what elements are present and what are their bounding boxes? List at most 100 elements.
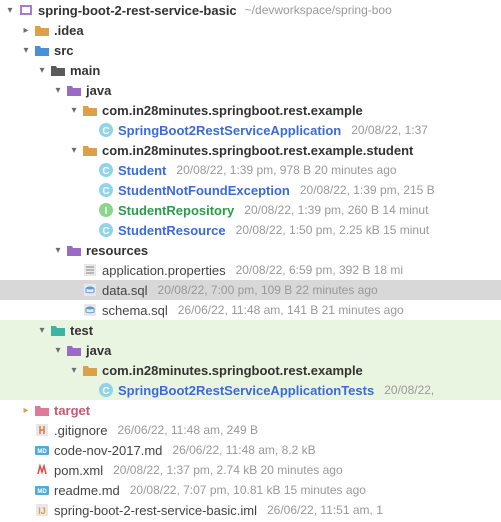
tree-row-app-class[interactable]: ▸ SpringBoot2RestServiceApplication 20/0… bbox=[0, 120, 501, 140]
chevron-down-icon[interactable]: ▾ bbox=[68, 365, 80, 376]
file-meta: 20/08/22, 1:39 pm, 260 B 14 minut bbox=[244, 203, 428, 217]
folder-orange-icon bbox=[82, 142, 98, 158]
tree-row-student-res[interactable]: ▸ StudentResource 20/08/22, 1:50 pm, 2.2… bbox=[0, 220, 501, 240]
folder-label: test bbox=[70, 323, 93, 338]
package-label: com.in28minutes.springboot.rest.example bbox=[102, 363, 363, 378]
file-meta: 20/08/22, 1:39 pm, 978 B 20 minutes ago bbox=[176, 163, 396, 177]
folder-orange-icon bbox=[34, 22, 50, 38]
chevron-down-icon[interactable]: ▾ bbox=[4, 5, 16, 16]
tree-row-pkg-test[interactable]: ▾ com.in28minutes.springboot.rest.exampl… bbox=[0, 360, 501, 380]
package-label: com.in28minutes.springboot.rest.example bbox=[102, 103, 363, 118]
tree-row-app-props[interactable]: ▸ application.properties 20/08/22, 6:59 … bbox=[0, 260, 501, 280]
chevron-right-icon[interactable]: ▸ bbox=[20, 25, 32, 36]
maven-file-icon bbox=[34, 462, 50, 478]
file-meta: 26/06/22, 11:48 am, 249 B bbox=[117, 423, 258, 437]
markdown-file-icon bbox=[34, 482, 50, 498]
file-meta: 20/08/22, bbox=[384, 383, 434, 397]
file-meta: 26/06/22, 11:48 am, 141 B 21 minutes ago bbox=[178, 303, 404, 317]
tree-row-java-test[interactable]: ▾ java bbox=[0, 340, 501, 360]
tree-row-pkg-student[interactable]: ▾ com.in28minutes.springboot.rest.exampl… bbox=[0, 140, 501, 160]
folder-purple-icon bbox=[66, 242, 82, 258]
folder-label: src bbox=[54, 43, 74, 58]
tree-row-gitignore[interactable]: ▸ .gitignore 26/06/22, 11:48 am, 249 B bbox=[0, 420, 501, 440]
tree-row-student-repo[interactable]: ▸ StudentRepository 20/08/22, 1:39 pm, 2… bbox=[0, 200, 501, 220]
tree-row-target[interactable]: ▸ target bbox=[0, 400, 501, 420]
chevron-down-icon[interactable]: ▾ bbox=[20, 45, 32, 56]
tree-row-schema-sql[interactable]: ▸ schema.sql 26/06/22, 11:48 am, 141 B 2… bbox=[0, 300, 501, 320]
sql-file-icon bbox=[82, 282, 98, 298]
file-meta: 26/06/22, 11:51 am, 1 bbox=[267, 503, 383, 517]
chevron-down-icon[interactable]: ▾ bbox=[36, 325, 48, 336]
tree-row-pom[interactable]: ▸ pom.xml 20/08/22, 1:37 pm, 2.74 kB 20 … bbox=[0, 460, 501, 480]
class-icon bbox=[98, 162, 114, 178]
sql-file-icon bbox=[82, 302, 98, 318]
tree-row-code-nov[interactable]: ▸ code-nov-2017.md 26/06/22, 11:48 am, 8… bbox=[0, 440, 501, 460]
folder-label: .idea bbox=[54, 23, 84, 38]
properties-file-icon bbox=[82, 262, 98, 278]
folder-orange-icon bbox=[82, 362, 98, 378]
chevron-right-icon[interactable]: ▸ bbox=[20, 405, 32, 416]
class-label: SpringBoot2RestServiceApplication bbox=[118, 123, 341, 138]
tree-row-test[interactable]: ▾ test bbox=[0, 320, 501, 340]
chevron-down-icon[interactable]: ▾ bbox=[52, 345, 64, 356]
folder-label: java bbox=[86, 343, 111, 358]
gitignore-file-icon bbox=[34, 422, 50, 438]
chevron-down-icon[interactable]: ▾ bbox=[36, 65, 48, 76]
project-path: ~/devworkspace/spring-boo bbox=[245, 3, 392, 17]
file-label: code-nov-2017.md bbox=[54, 443, 162, 458]
tree-row-java-main[interactable]: ▾ java bbox=[0, 80, 501, 100]
file-meta: 26/06/22, 11:48 am, 8.2 kB bbox=[172, 443, 315, 457]
project-name: spring-boot-2-rest-service-basic bbox=[38, 3, 237, 18]
interface-label: StudentRepository bbox=[118, 203, 234, 218]
file-meta: 20/08/22, 7:07 pm, 10.81 kB 15 minutes a… bbox=[130, 483, 366, 497]
tree-row-student-nf[interactable]: ▸ StudentNotFoundException 20/08/22, 1:3… bbox=[0, 180, 501, 200]
tree-row-src[interactable]: ▾ src bbox=[0, 40, 501, 60]
chevron-down-icon[interactable]: ▾ bbox=[52, 245, 64, 256]
file-meta: 20/08/22, 7:00 pm, 109 B 22 minutes ago bbox=[158, 283, 378, 297]
file-label: pom.xml bbox=[54, 463, 103, 478]
tree-row-iml[interactable]: ▸ spring-boot-2-rest-service-basic.iml 2… bbox=[0, 500, 501, 520]
chevron-down-icon[interactable]: ▾ bbox=[68, 145, 80, 156]
folder-blue-icon bbox=[34, 42, 50, 58]
tree-row-readme[interactable]: ▸ readme.md 20/08/22, 7:07 pm, 10.81 kB … bbox=[0, 480, 501, 500]
chevron-down-icon[interactable]: ▾ bbox=[68, 105, 80, 116]
file-label: readme.md bbox=[54, 483, 120, 498]
folder-label: java bbox=[86, 83, 111, 98]
class-label: Student bbox=[118, 163, 166, 178]
class-label: StudentResource bbox=[118, 223, 226, 238]
file-label: application.properties bbox=[102, 263, 226, 278]
file-label: data.sql bbox=[102, 283, 148, 298]
class-icon bbox=[98, 382, 114, 398]
folder-pink-icon bbox=[34, 402, 50, 418]
folder-purple-icon bbox=[66, 82, 82, 98]
class-icon bbox=[98, 182, 114, 198]
project-icon bbox=[18, 2, 34, 18]
tree-row-project-root[interactable]: ▾ spring-boot-2-rest-service-basic ~/dev… bbox=[0, 0, 501, 20]
package-label: com.in28minutes.springboot.rest.example.… bbox=[102, 143, 413, 158]
tree-row-student[interactable]: ▸ Student 20/08/22, 1:39 pm, 978 B 20 mi… bbox=[0, 160, 501, 180]
folder-teal-icon bbox=[50, 322, 66, 338]
tree-row-data-sql[interactable]: ▸ data.sql 20/08/22, 7:00 pm, 109 B 22 m… bbox=[0, 280, 501, 300]
file-meta: 20/08/22, 1:50 pm, 2.25 kB 15 minut bbox=[236, 223, 429, 237]
class-icon bbox=[98, 222, 114, 238]
folder-plain-icon bbox=[50, 62, 66, 78]
folder-orange-icon bbox=[82, 102, 98, 118]
tree-row-idea[interactable]: ▸ .idea bbox=[0, 20, 501, 40]
folder-label: resources bbox=[86, 243, 148, 258]
file-meta: 20/08/22, 1:37 bbox=[351, 123, 428, 137]
class-label: StudentNotFoundException bbox=[118, 183, 290, 198]
folder-purple-icon bbox=[66, 342, 82, 358]
folder-label: target bbox=[54, 403, 90, 418]
markdown-file-icon bbox=[34, 442, 50, 458]
file-label: schema.sql bbox=[102, 303, 168, 318]
tree-row-main[interactable]: ▾ main bbox=[0, 60, 501, 80]
file-meta: 20/08/22, 6:59 pm, 392 B 18 mi bbox=[236, 263, 403, 277]
tree-row-test-class[interactable]: ▸ SpringBoot2RestServiceApplicationTests… bbox=[0, 380, 501, 400]
tree-row-pkg-example[interactable]: ▾ com.in28minutes.springboot.rest.exampl… bbox=[0, 100, 501, 120]
tree-row-resources[interactable]: ▾ resources bbox=[0, 240, 501, 260]
file-meta: 20/08/22, 1:39 pm, 215 B bbox=[300, 183, 435, 197]
chevron-down-icon[interactable]: ▾ bbox=[52, 85, 64, 96]
class-label: SpringBoot2RestServiceApplicationTests bbox=[118, 383, 374, 398]
class-icon bbox=[98, 122, 114, 138]
folder-label: main bbox=[70, 63, 100, 78]
